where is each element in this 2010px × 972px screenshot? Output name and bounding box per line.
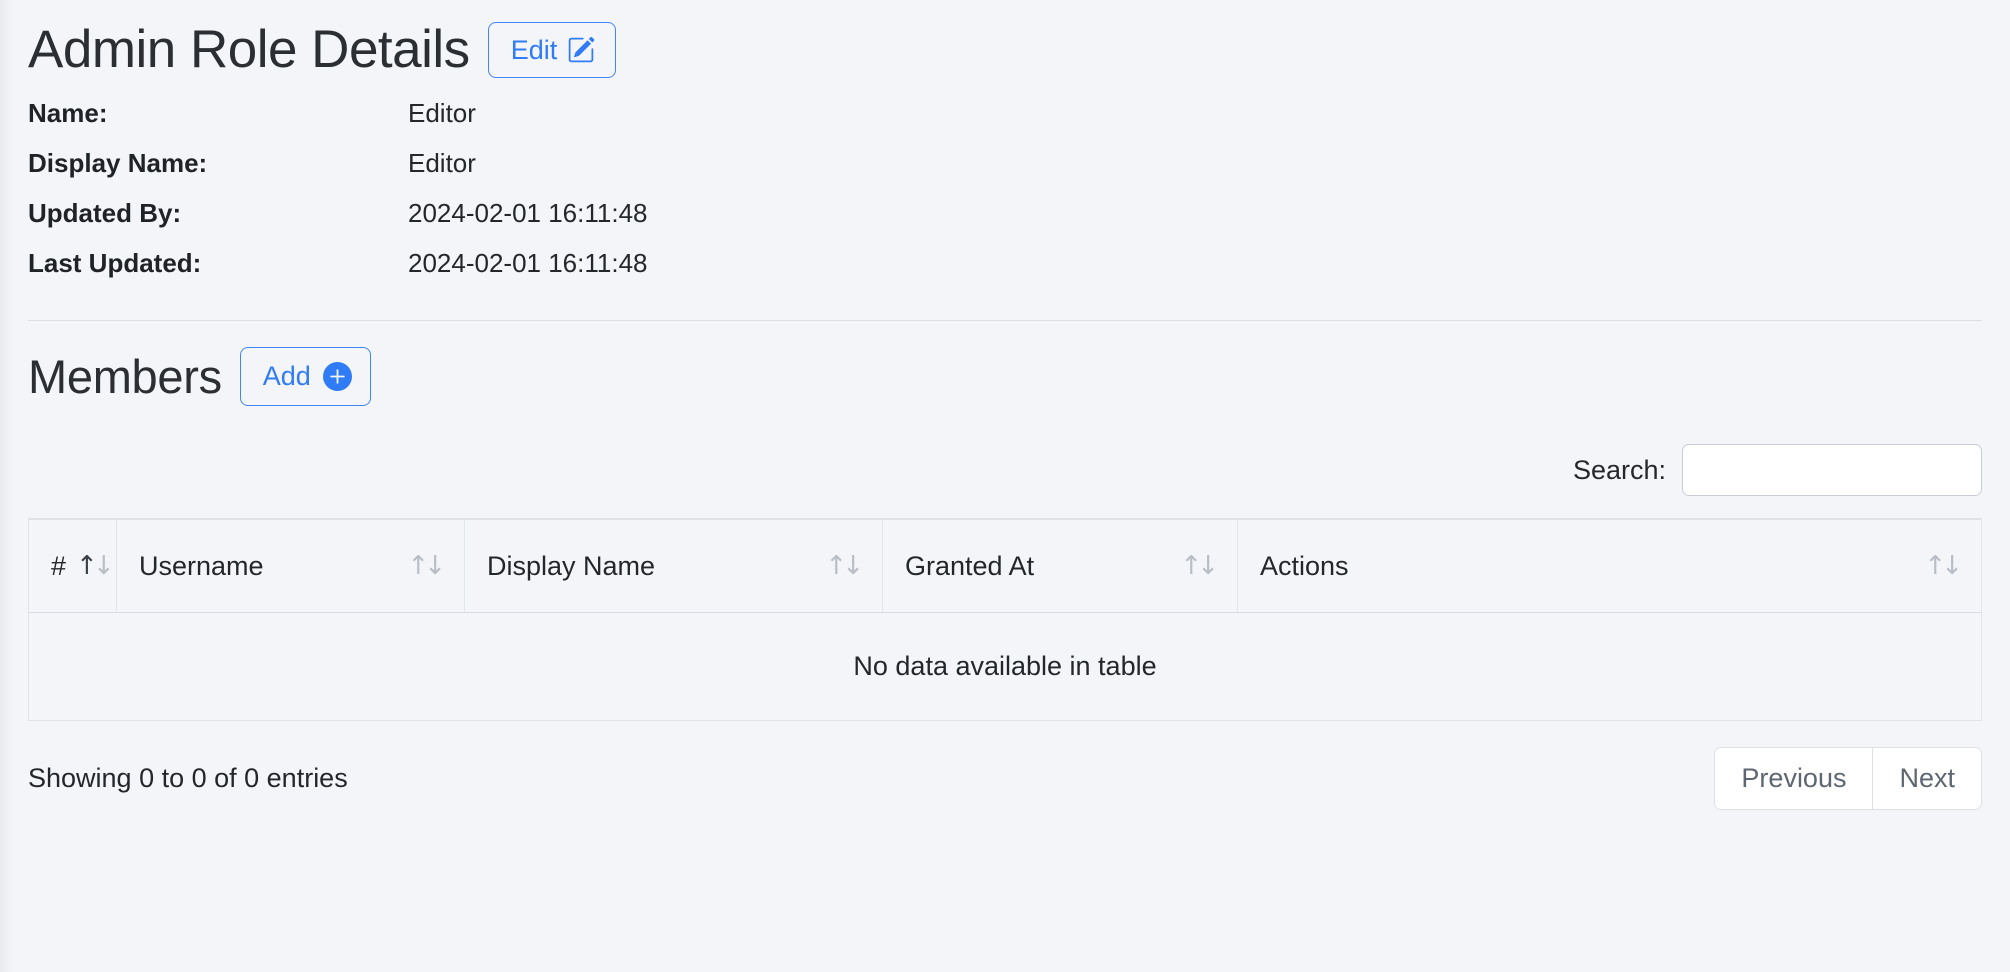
table-search-area: Search: <box>28 444 1982 496</box>
members-title: Members <box>28 349 222 403</box>
column-label: Username <box>139 550 264 581</box>
column-header-actions[interactable]: Actions ↑ ↓ <box>1237 518 1982 613</box>
members-table: # ↑ ↓ Username ↑ ↓ Display Name ↑ ↓ Gran… <box>28 518 1982 721</box>
table-empty-row: No data available in table <box>28 612 1982 721</box>
detail-value: 2024-02-01 16:11:48 <box>408 198 648 228</box>
section-divider <box>28 320 1982 321</box>
plus-circle-icon <box>322 362 352 391</box>
edit-pencil-square-icon <box>567 36 595 64</box>
column-label: Display Name <box>487 550 656 581</box>
table-header-row: # ↑ ↓ Username ↑ ↓ Display Name ↑ ↓ Gran… <box>28 518 1982 613</box>
detail-row-display-name: Display Name: Editor <box>28 148 1982 198</box>
add-button-label: Add <box>262 361 311 391</box>
table-info: Showing 0 to 0 of 0 entries <box>28 763 348 794</box>
page-header: Admin Role Details Edit <box>28 0 1982 78</box>
add-member-button[interactable]: Add <box>239 347 371 406</box>
members-header: Members Add <box>28 347 1982 406</box>
table-empty-message: No data available in table <box>28 612 1982 721</box>
page-title: Admin Role Details <box>28 20 470 80</box>
role-detail-list: Name: Editor Display Name: Editor Update… <box>28 98 1982 298</box>
column-label: Granted At <box>905 550 1035 581</box>
search-input[interactable] <box>1682 444 1982 496</box>
table-footer: Showing 0 to 0 of 0 entries Previous Nex… <box>28 747 1982 811</box>
detail-label: Name: <box>28 98 108 128</box>
column-header-granted-at[interactable]: Granted At ↑ ↓ <box>882 518 1238 613</box>
role-details-page: Admin Role Details Edit Name: Editor Dis… <box>0 0 2010 972</box>
detail-label: Updated By: <box>28 198 182 228</box>
detail-row-last-updated: Last Updated: 2024-02-01 16:11:48 <box>28 248 1982 298</box>
sort-arrows-icon: ↑ ↓ <box>407 551 446 581</box>
sort-arrows-icon: ↑ ↓ <box>76 551 115 581</box>
detail-row-name: Name: Editor <box>28 98 1982 148</box>
sort-arrows-icon: ↑ ↓ <box>825 551 864 581</box>
previous-page-button[interactable]: Previous <box>1714 747 1873 811</box>
sort-arrows-icon: ↑ ↓ <box>1180 551 1219 581</box>
detail-value: 2024-02-01 16:11:48 <box>408 248 648 278</box>
table-head: # ↑ ↓ Username ↑ ↓ Display Name ↑ ↓ Gran… <box>28 518 1982 613</box>
detail-label: Display Name: <box>28 148 208 178</box>
detail-value: Editor <box>408 148 476 178</box>
column-header-display-name[interactable]: Display Name ↑ ↓ <box>464 518 883 613</box>
pagination: Previous Next <box>1714 747 1982 811</box>
column-label: Actions <box>1260 550 1349 581</box>
edit-button[interactable]: Edit <box>487 22 617 78</box>
detail-label: Last Updated: <box>28 248 202 278</box>
detail-row-updated-by: Updated By: 2024-02-01 16:11:48 <box>28 198 1982 248</box>
search-label: Search: <box>1572 454 1666 485</box>
sort-arrows-icon: ↑ ↓ <box>1924 551 1963 581</box>
column-header-number[interactable]: # ↑ ↓ <box>28 518 117 613</box>
next-page-button[interactable]: Next <box>1872 747 1982 811</box>
detail-value: Editor <box>408 98 476 128</box>
members-table-wrapper: # ↑ ↓ Username ↑ ↓ Display Name ↑ ↓ Gran… <box>28 518 1982 721</box>
edit-button-label: Edit <box>510 34 558 65</box>
column-header-username[interactable]: Username ↑ ↓ <box>116 518 465 613</box>
table-body: No data available in table <box>28 612 1982 721</box>
column-label: # <box>51 550 67 581</box>
